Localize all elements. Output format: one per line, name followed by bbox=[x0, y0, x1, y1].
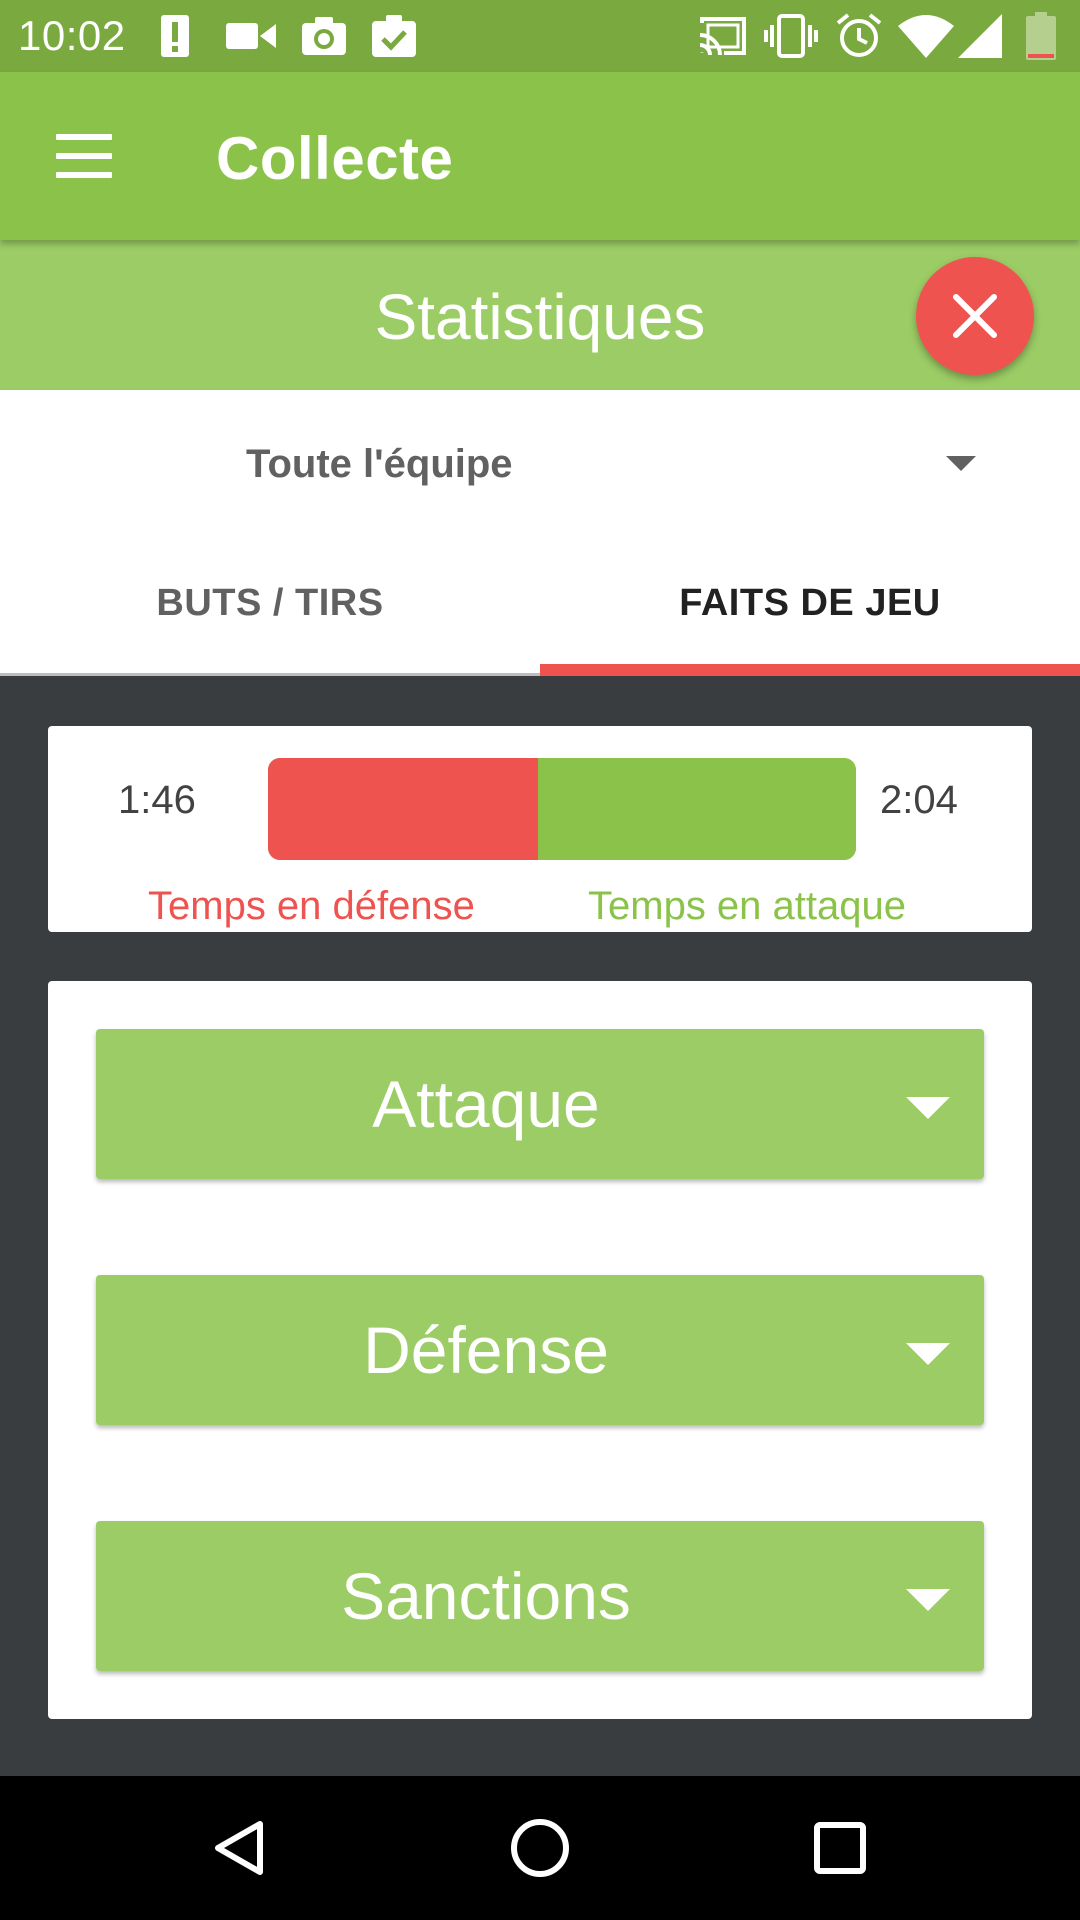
time-split-bar bbox=[268, 758, 856, 860]
battery-icon bbox=[1026, 12, 1056, 60]
category-attaque-button[interactable]: Attaque bbox=[96, 1029, 984, 1179]
recents-icon bbox=[814, 1822, 866, 1874]
video-icon bbox=[226, 12, 276, 60]
attack-time-value: 2:04 bbox=[880, 778, 958, 822]
tab-divider bbox=[0, 673, 540, 676]
alert-icon bbox=[160, 12, 190, 60]
team-selector[interactable]: Toute l'équipe bbox=[0, 390, 1080, 530]
clipboard-check-icon bbox=[372, 12, 416, 60]
chevron-down-icon bbox=[906, 1097, 950, 1119]
chevron-down-icon bbox=[946, 456, 976, 471]
attack-time-segment bbox=[538, 758, 856, 860]
vibrate-icon bbox=[764, 12, 818, 60]
camera-icon bbox=[302, 12, 346, 60]
defense-time-segment bbox=[268, 758, 539, 860]
recents-button[interactable] bbox=[780, 1776, 900, 1920]
home-button[interactable] bbox=[480, 1776, 600, 1920]
defense-time-label: Temps en défense bbox=[148, 884, 475, 928]
navigation-bar bbox=[0, 1776, 1080, 1920]
back-icon bbox=[215, 1821, 263, 1875]
category-defense-button[interactable]: Défense bbox=[96, 1275, 984, 1425]
defense-time-value: 1:46 bbox=[118, 778, 196, 822]
alarm-icon bbox=[836, 12, 882, 60]
tab-indicator bbox=[540, 664, 1080, 676]
cast-icon bbox=[698, 12, 746, 60]
category-label: Attaque bbox=[372, 1067, 600, 1141]
tab-faits-de-jeu[interactable]: FAITS DE JEU bbox=[540, 530, 1080, 676]
app-title: Collecte bbox=[216, 125, 454, 192]
chevron-down-icon bbox=[906, 1343, 950, 1365]
close-button[interactable] bbox=[916, 257, 1034, 375]
team-selector-value: Toute l'équipe bbox=[246, 442, 513, 486]
menu-icon[interactable] bbox=[56, 134, 112, 178]
chevron-down-icon bbox=[906, 1589, 950, 1611]
category-label: Défense bbox=[363, 1313, 609, 1387]
category-label: Sanctions bbox=[341, 1559, 631, 1633]
signal-icon bbox=[958, 12, 1002, 60]
attack-time-label: Temps en attaque bbox=[588, 884, 906, 928]
status-bar: 10:02 bbox=[0, 0, 1080, 72]
home-icon bbox=[511, 1819, 569, 1877]
wifi-icon bbox=[898, 12, 954, 60]
close-icon bbox=[953, 294, 997, 338]
tab-buts-tirs[interactable]: BUTS / TIRS bbox=[0, 530, 540, 676]
category-sanctions-button[interactable]: Sanctions bbox=[96, 1521, 984, 1671]
app-bar: Collecte bbox=[0, 72, 1080, 240]
back-button[interactable] bbox=[180, 1776, 300, 1920]
status-time: 10:02 bbox=[18, 12, 126, 59]
tab-bar: BUTS / TIRS FAITS DE JEU bbox=[0, 530, 1080, 676]
